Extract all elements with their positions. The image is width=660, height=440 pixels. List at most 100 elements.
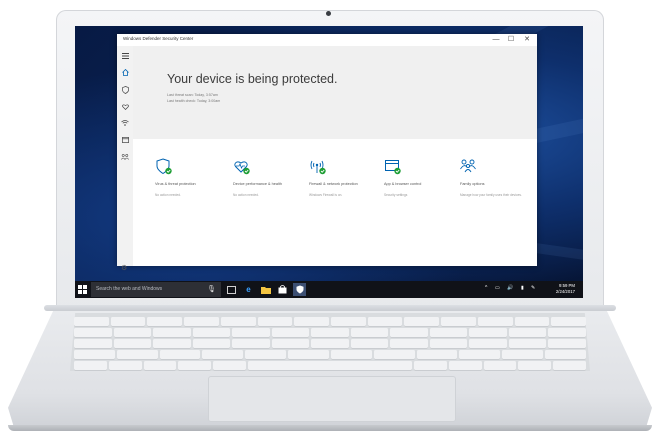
keyboard-key — [416, 350, 458, 359]
close-button[interactable]: ✕ — [520, 35, 534, 45]
keyboard-row — [74, 350, 586, 359]
tile-title: Family options — [460, 182, 485, 186]
taskbar: Search the web and Windows 🎙 e ^ ▭ 🔊 ▮ ✎… — [75, 281, 583, 298]
minimize-button[interactable]: — — [489, 35, 503, 45]
keyboard-key — [74, 328, 112, 337]
keyboard-key — [232, 328, 270, 337]
keyboard-key — [350, 339, 389, 348]
wifi-icon[interactable] — [121, 119, 129, 127]
tile-status: No action needed. — [155, 193, 181, 197]
maximize-button[interactable]: ☐ — [504, 35, 518, 45]
keyboard-key — [213, 361, 246, 370]
keyboard-key — [548, 339, 586, 348]
last-scan-text: Last threat scan: Today, 3:57am — [167, 93, 218, 97]
keyboard-key — [113, 339, 152, 348]
keyboard-key — [429, 339, 468, 348]
keyboard-key — [159, 350, 201, 359]
webcam — [326, 11, 331, 16]
protection-status-title: Your device is being protected. — [167, 72, 338, 86]
tile-family-options[interactable]: Family options Manage how your family us… — [460, 158, 524, 218]
tile-device-performance-health[interactable]: Device performance & health No action ne… — [233, 158, 297, 218]
windows-logo-pane — [78, 290, 82, 294]
tile-status: Manage how your family uses their device… — [460, 193, 522, 197]
keyboard-key — [108, 361, 142, 370]
window-titlebar[interactable]: Windows Defender Security Center — ☐ ✕ — [117, 34, 537, 46]
taskbar-search-box[interactable]: Search the web and Windows 🎙 — [91, 282, 221, 297]
keyboard-key — [153, 328, 191, 337]
volume-icon[interactable]: 🔊 — [507, 285, 513, 291]
pen-icon[interactable]: ✎ — [531, 285, 535, 291]
keyboard-key — [413, 361, 447, 370]
heart-icon[interactable] — [121, 103, 129, 111]
tile-title: Firewall & network protection — [309, 182, 358, 186]
keyboard-key — [74, 361, 107, 370]
keyboard-key — [551, 317, 587, 326]
keyboard-key — [202, 350, 244, 359]
firewall-antenna-icon — [310, 160, 326, 175]
keyboard-key — [508, 328, 547, 337]
keyboard-key — [113, 328, 152, 337]
family-people-icon — [460, 159, 476, 173]
edge-icon[interactable]: e — [242, 283, 255, 296]
chevron-up-icon[interactable]: ^ — [485, 285, 487, 291]
menu-icon[interactable] — [121, 52, 129, 60]
keyboard-key — [448, 361, 482, 370]
keyboard-key — [390, 339, 428, 348]
keyboard-key — [232, 339, 270, 348]
tile-app-browser-control[interactable]: App & browser control Security settings — [384, 158, 448, 218]
keyboard-row — [74, 339, 586, 348]
keyboard-key — [147, 317, 183, 326]
keyboard-key — [178, 361, 212, 370]
app-browser-icon — [385, 160, 401, 175]
network-icon[interactable]: ▭ — [495, 285, 500, 291]
keyboard-key — [508, 339, 547, 348]
windows-logo-pane — [78, 285, 82, 289]
keyboard-key — [192, 328, 231, 337]
touchpad — [208, 376, 456, 422]
store-icon[interactable] — [276, 283, 289, 296]
tile-virus-threat-protection[interactable]: Virus & threat protection No action need… — [155, 158, 219, 218]
keyboard-key — [116, 350, 158, 359]
keyboard-key — [469, 328, 507, 337]
laptop-front-edge — [8, 425, 652, 431]
nav-rail: ⚙ — [117, 46, 133, 272]
health-heart-icon — [234, 161, 250, 175]
keyboard-row — [74, 328, 586, 337]
task-view-icon[interactable] — [225, 283, 238, 296]
laptop-screen: Windows Defender Security Center — ☐ ✕ ⚙… — [75, 26, 583, 298]
keyboard-key — [548, 328, 586, 337]
keyboard-key — [288, 350, 329, 359]
keyboard-key — [271, 328, 310, 337]
file-explorer-icon[interactable] — [259, 283, 272, 296]
shield-icon[interactable] — [121, 86, 129, 94]
keyboard-key — [311, 328, 349, 337]
keyboard-key — [390, 328, 428, 337]
family-icon[interactable] — [121, 153, 129, 161]
tile-status: No action needed. — [233, 193, 259, 197]
keyboard-key — [192, 339, 231, 348]
browser-icon[interactable] — [121, 136, 129, 144]
keyboard-key — [110, 317, 146, 326]
settings-icon[interactable]: ⚙ — [121, 264, 127, 272]
keyboard-key — [220, 317, 256, 326]
windows-logo-pane — [83, 285, 87, 289]
home-icon[interactable] — [121, 68, 129, 76]
virus-shield-icon — [156, 158, 172, 175]
defender-icon[interactable] — [293, 283, 306, 296]
battery-icon[interactable]: ▮ — [521, 285, 524, 291]
keyboard-key — [271, 339, 310, 348]
tile-firewall-network-protection[interactable]: Firewall & network protection Windows Fi… — [309, 158, 373, 218]
start-button[interactable] — [78, 285, 87, 294]
keyboard-row — [74, 317, 587, 326]
keyboard-key — [143, 361, 177, 370]
keyboard-key — [330, 350, 372, 359]
tile-title: Device performance & health — [233, 182, 282, 186]
keyboard-key — [153, 339, 191, 348]
keyboard-key — [404, 317, 440, 326]
keyboard-key — [429, 328, 468, 337]
keyboard-key — [469, 339, 507, 348]
microphone-icon[interactable]: 🎙 — [207, 285, 216, 293]
taskbar-clock[interactable]: 9:59 PM 2/24/2017 — [556, 283, 575, 295]
keyboard-key — [245, 350, 287, 359]
search-placeholder: Search the web and Windows — [96, 286, 163, 292]
